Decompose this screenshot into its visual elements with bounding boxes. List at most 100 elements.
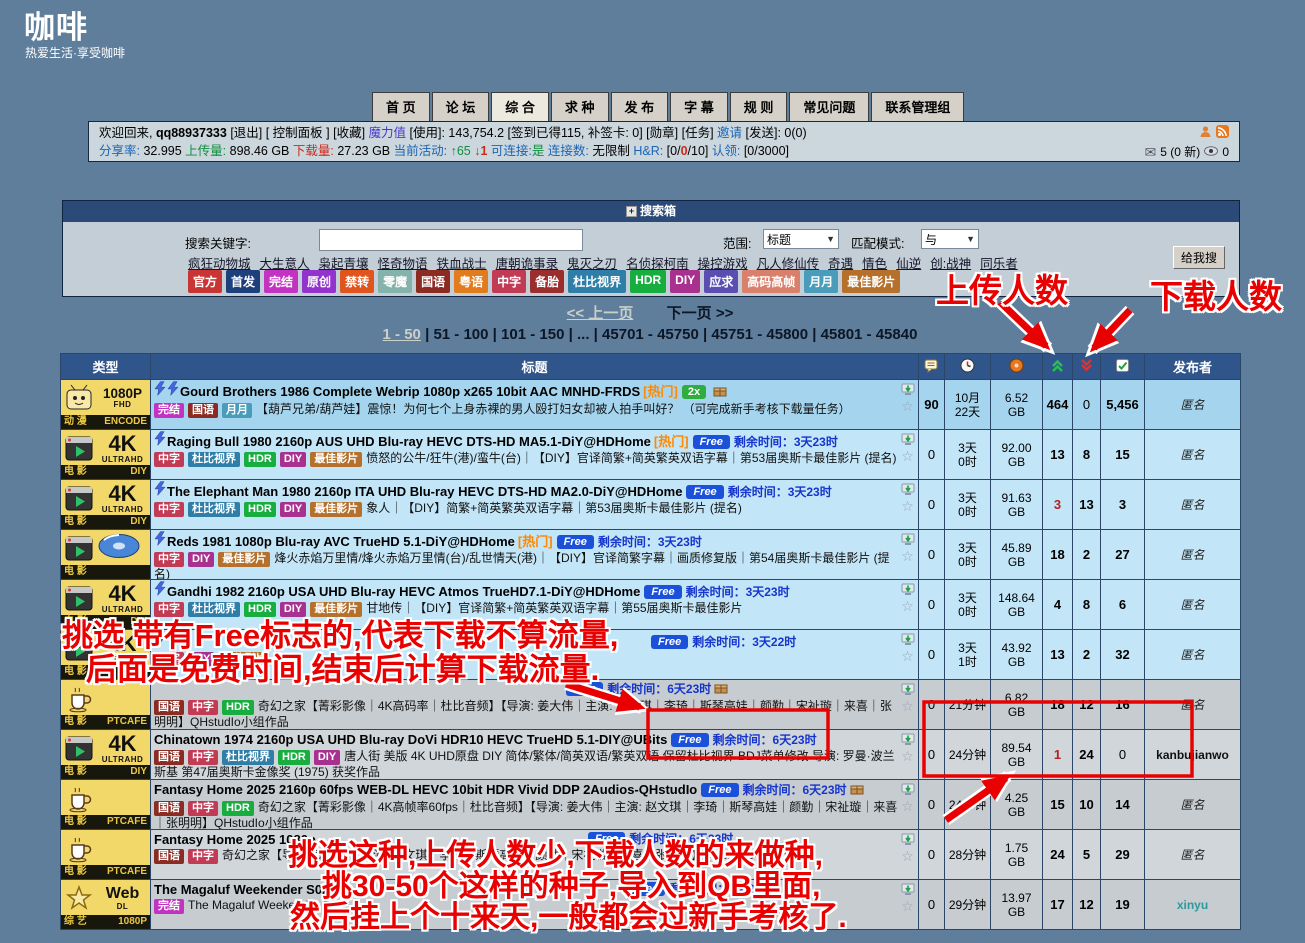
tag-badge[interactable]: 国语 bbox=[154, 849, 184, 864]
search-submit-button[interactable]: 给我搜 bbox=[1173, 246, 1225, 269]
leechers-count[interactable]: 2 bbox=[1073, 630, 1101, 680]
snatched-column-header[interactable] bbox=[1101, 354, 1145, 380]
download-icon[interactable] bbox=[901, 883, 915, 899]
bookmark-star-icon[interactable]: ☆ bbox=[901, 500, 914, 512]
bookmark-star-icon[interactable]: ☆ bbox=[901, 750, 914, 762]
category-filter-button[interactable]: 国语 bbox=[416, 270, 450, 293]
category-filter-button[interactable]: 高码高帧 bbox=[742, 270, 800, 293]
nav-tab[interactable]: 论 坛 bbox=[432, 92, 490, 121]
leechers-count[interactable]: 12 bbox=[1073, 680, 1101, 730]
snatched-count[interactable]: 14 bbox=[1101, 780, 1145, 830]
hot-keyword-link[interactable]: 奇遇 bbox=[828, 257, 853, 271]
publisher-name[interactable]: kanbujianwo bbox=[1156, 748, 1229, 762]
title-column-header[interactable]: 标题 bbox=[151, 354, 919, 380]
seeders-count[interactable]: 24 bbox=[1043, 830, 1073, 880]
tag-badge[interactable]: 最佳影片 bbox=[218, 552, 270, 567]
seeders-count[interactable]: 13 bbox=[1043, 630, 1073, 680]
bookmark-star-icon[interactable]: ☆ bbox=[901, 550, 914, 562]
category-filter-button[interactable]: 应求 bbox=[704, 270, 738, 293]
page-link[interactable]: 45801 - 45840 bbox=[821, 326, 918, 343]
category-filter-button[interactable]: 禁转 bbox=[340, 270, 374, 293]
page-link[interactable]: 101 - 150 bbox=[501, 326, 564, 343]
snatched-count[interactable]: 5,456 bbox=[1101, 380, 1145, 430]
leechers-count[interactable]: 2 bbox=[1073, 530, 1101, 580]
publisher-name[interactable]: xinyu bbox=[1177, 898, 1208, 912]
leechers-count[interactable]: 10 bbox=[1073, 780, 1101, 830]
nav-tab[interactable]: 综 合 bbox=[491, 92, 549, 121]
download-icon[interactable] bbox=[901, 783, 915, 799]
seeders-count[interactable]: 4 bbox=[1043, 580, 1073, 630]
leechers-count[interactable]: 5 bbox=[1073, 830, 1101, 880]
category-filter-button[interactable]: 完结 bbox=[264, 270, 298, 293]
leechers-count[interactable]: 24 bbox=[1073, 730, 1101, 780]
nav-tab[interactable]: 常见问题 bbox=[789, 92, 869, 121]
hot-keyword-link[interactable]: 唐朝诡事录 bbox=[496, 257, 559, 271]
prev-page-link[interactable]: << 上一页 bbox=[567, 305, 634, 322]
torrent-title-link[interactable]: Gandhi 1982 2160p USA UHD Blu-ray HEVC A… bbox=[167, 584, 640, 599]
category-filter-button[interactable]: DIY bbox=[670, 270, 700, 293]
nav-tab[interactable]: 求 种 bbox=[551, 92, 609, 121]
snatched-count[interactable]: 27 bbox=[1101, 530, 1145, 580]
tag-badge[interactable]: 中字 bbox=[154, 552, 184, 567]
category-cell[interactable]: 电 影 bbox=[61, 530, 150, 579]
torrent-title-link[interactable]: Gourd Brothers 1986 Complete Webrip 1080… bbox=[180, 384, 640, 399]
size-column-header[interactable] bbox=[991, 354, 1043, 380]
download-icon[interactable] bbox=[901, 383, 915, 399]
bookmark-star-icon[interactable]: ☆ bbox=[901, 450, 914, 462]
search-panel-title[interactable]: +搜索箱 bbox=[63, 201, 1239, 222]
bookmark-star-icon[interactable]: ☆ bbox=[901, 850, 914, 862]
download-icon[interactable] bbox=[901, 683, 915, 699]
invite-friend-icon[interactable] bbox=[1199, 125, 1212, 143]
mail-count[interactable]: 5 (0 新) bbox=[1160, 143, 1200, 161]
category-cell[interactable]: 电 影PTCAFE bbox=[61, 830, 150, 879]
torrent-title-link[interactable]: Raging Bull 1980 2160p AUS UHD Blu-ray H… bbox=[167, 434, 651, 449]
leechers-count[interactable]: 8 bbox=[1073, 580, 1101, 630]
comments-count[interactable]: 0 bbox=[919, 830, 945, 880]
search-input[interactable] bbox=[319, 229, 583, 251]
tag-badge[interactable]: HDR bbox=[222, 700, 254, 715]
hot-keyword-link[interactable]: 铁血战士 bbox=[437, 257, 487, 271]
nav-tab[interactable]: 规 则 bbox=[730, 92, 788, 121]
watch-count[interactable]: 0 bbox=[1222, 143, 1229, 161]
leechers-count[interactable]: 8 bbox=[1073, 430, 1101, 480]
bookmark-star-icon[interactable]: ☆ bbox=[901, 400, 914, 412]
seeders-count[interactable]: 1 bbox=[1043, 730, 1073, 780]
comments-count[interactable]: 0 bbox=[919, 480, 945, 530]
category-filter-button[interactable]: 月月 bbox=[804, 270, 838, 293]
category-cell[interactable]: 4KULTRAHD电 影DIY bbox=[61, 480, 150, 529]
bookmark-star-icon[interactable]: ☆ bbox=[901, 700, 914, 712]
category-filter-button[interactable]: 中字 bbox=[492, 270, 526, 293]
category-filter-button[interactable]: 备胎 bbox=[530, 270, 564, 293]
tag-badge[interactable]: DIY bbox=[280, 452, 306, 467]
tag-badge[interactable]: HDR bbox=[244, 502, 276, 517]
time-column-header[interactable] bbox=[945, 354, 991, 380]
comments-count[interactable]: 90 bbox=[919, 380, 945, 430]
comments-count[interactable]: 0 bbox=[919, 780, 945, 830]
page-link[interactable]: 45701 - 45750 bbox=[602, 326, 699, 343]
category-filter-button[interactable]: 首发 bbox=[226, 270, 260, 293]
tag-badge[interactable]: 国语 bbox=[154, 801, 184, 816]
torrent-title-link[interactable]: Fantasy Home 2025 2160p 60fps WEB-DL HEV… bbox=[154, 782, 697, 797]
comments-count[interactable]: 0 bbox=[919, 880, 945, 930]
bookmark-star-icon[interactable]: ☆ bbox=[901, 800, 914, 812]
snatched-count[interactable]: 29 bbox=[1101, 830, 1145, 880]
tag-badge[interactable]: HDR bbox=[244, 452, 276, 467]
bookmark-star-icon[interactable]: ☆ bbox=[901, 600, 914, 612]
hot-keyword-link[interactable]: 仙逆 bbox=[896, 257, 921, 271]
tag-badge[interactable]: DIY bbox=[188, 552, 214, 567]
snatched-count[interactable]: 3 bbox=[1101, 480, 1145, 530]
category-cell[interactable]: 1080PFHD动 漫ENCODE bbox=[61, 380, 150, 429]
torrent-title-link[interactable]: Chinatown 1974 2160p USA UHD Blu-ray DoV… bbox=[154, 732, 667, 747]
hot-keyword-link[interactable]: 枭起青壤 bbox=[319, 257, 369, 271]
tag-badge[interactable]: 完结 bbox=[154, 899, 184, 914]
category-cell[interactable]: 4KULTRAHD电 影DIY bbox=[61, 430, 150, 479]
tag-badge[interactable]: 最佳影片 bbox=[310, 452, 362, 467]
tag-badge[interactable]: 杜比视界 bbox=[222, 750, 274, 765]
snatched-count[interactable]: 6 bbox=[1101, 580, 1145, 630]
category-cell[interactable]: 电 影PTCAFE bbox=[61, 780, 150, 829]
page-link[interactable]: 1 - 50 bbox=[383, 326, 421, 343]
tag-badge[interactable]: 中字 bbox=[154, 502, 184, 517]
category-filter-button[interactable]: 原创 bbox=[302, 270, 336, 293]
seeders-count[interactable]: 13 bbox=[1043, 430, 1073, 480]
rss-icon[interactable] bbox=[1216, 125, 1229, 143]
